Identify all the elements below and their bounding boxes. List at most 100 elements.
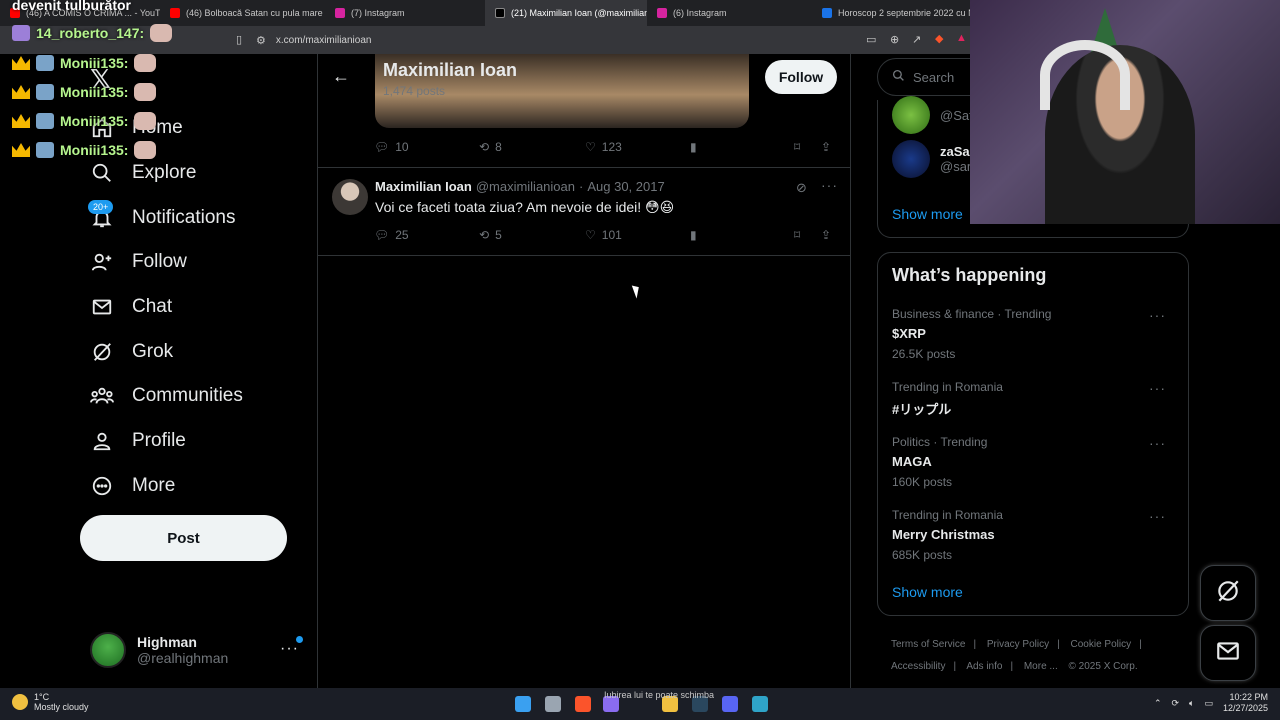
avatar[interactable] xyxy=(332,179,368,215)
sync-icon[interactable]: ⟳ xyxy=(1171,698,1179,709)
bookmark-icon: ⌑ xyxy=(794,228,801,242)
browser-tab[interactable]: Horoscop 2 septembrie 2022 cu Ne xyxy=(812,0,970,26)
network-icon[interactable]: ▭ xyxy=(1204,698,1213,709)
chevron-up-icon[interactable]: ⌃ xyxy=(1154,698,1162,709)
stream-chat-line: Moniii135: xyxy=(12,83,157,101)
rewards-icon[interactable]: ▲ xyxy=(956,32,967,44)
show-more-link[interactable]: Show more xyxy=(892,206,963,222)
who-to-follow-item[interactable]: zaSar @sam xyxy=(892,140,978,178)
url-field[interactable]: ⚙ x.com/maximilianioan xyxy=(256,31,936,49)
bookmark-icon[interactable]: ▯ xyxy=(236,33,242,46)
tweet-date[interactable]: Aug 30, 2017 xyxy=(587,179,664,194)
reply-icon: 💬︎ xyxy=(374,228,390,242)
bookmark-button[interactable]: ⌑ xyxy=(794,140,800,154)
whats-happening: What’s happening Business & finance · Tr… xyxy=(877,252,1189,616)
system-tray: ⌃ ⟳ 🔈︎ ▭ 10:22 PM 12/27/2025 xyxy=(1154,692,1268,714)
volume-icon[interactable]: 🔈︎ xyxy=(1189,698,1194,709)
zoom-icon[interactable]: ⊕ xyxy=(890,33,899,46)
chat-emote-icon xyxy=(134,83,157,101)
nav-profile[interactable]: Profile xyxy=(90,429,186,453)
mouse-cursor-icon xyxy=(631,283,643,299)
footer-link[interactable]: More ... xyxy=(1024,661,1058,672)
footer-link[interactable]: Accessibility xyxy=(891,661,945,672)
tweet-author-name[interactable]: Maximilian Ioan xyxy=(375,179,472,194)
footer-link[interactable]: Ads info xyxy=(966,661,1002,672)
nav-communities[interactable]: Communities xyxy=(90,384,243,408)
discord-icon[interactable] xyxy=(722,696,738,712)
footer-links: Terms of Service | Privacy Policy | Cookie… xyxy=(891,639,1142,672)
post-button[interactable]: Post xyxy=(80,515,287,561)
grok-fab[interactable] xyxy=(1200,565,1256,621)
more-dots-icon[interactable]: ··· xyxy=(1149,508,1166,524)
trend-item[interactable]: Trending in Romania Merry Christmas 685K… xyxy=(892,508,1176,562)
chat-avatar-icon xyxy=(36,84,54,100)
account-name: Highman xyxy=(137,634,197,650)
reply-button[interactable]: 💬︎ 10 xyxy=(374,140,409,154)
share-icon[interactable]: ↗ xyxy=(912,33,921,46)
separator: · xyxy=(579,179,584,194)
follow-button[interactable]: Follow xyxy=(765,60,837,94)
nav-chat[interactable]: Chat xyxy=(90,295,172,319)
browser-tab-active[interactable]: (21) Maximilian Ioan (@maximilian✕ xyxy=(485,0,647,26)
trend-item[interactable]: Trending in Romania #リップル ··· xyxy=(892,380,1176,418)
cast-icon[interactable]: ▭ xyxy=(866,33,876,46)
notification-count-badge: 20+ xyxy=(88,200,114,214)
task-view-icon[interactable] xyxy=(545,696,561,712)
nav-explore[interactable]: Explore xyxy=(90,161,196,185)
more-dots-icon[interactable]: ··· xyxy=(1149,307,1166,323)
footer-link[interactable]: Cookie Policy xyxy=(1071,639,1132,650)
webcam-overlay xyxy=(970,0,1280,224)
more-dots-icon[interactable]: ··· xyxy=(280,640,299,658)
who-to-follow-item[interactable]: @Sata xyxy=(892,96,980,134)
share-button[interactable]: ⇪ xyxy=(821,140,831,154)
tweet-author-handle[interactable]: @maximilianioan xyxy=(476,179,575,194)
globe-app-icon[interactable] xyxy=(752,696,768,712)
nav-follow[interactable]: Follow xyxy=(90,250,187,274)
browser-app-icon[interactable] xyxy=(575,696,591,712)
like-button[interactable]: ♡ 101 xyxy=(585,228,622,242)
chat-emote-icon xyxy=(134,112,157,130)
bookmark-button[interactable]: ⌑ xyxy=(794,228,800,242)
nav-grok[interactable]: Grok xyxy=(90,340,173,364)
more-dots-icon[interactable]: ··· xyxy=(1149,435,1166,451)
analytics-icon: ▮ xyxy=(690,228,697,242)
like-button[interactable]: ♡ 123 xyxy=(585,140,622,154)
show-more-link[interactable]: Show more xyxy=(892,584,963,600)
brave-shield-icon[interactable]: ◆ xyxy=(935,32,943,45)
browser-tab[interactable]: (7) Instagram xyxy=(325,0,485,26)
more-circle-icon xyxy=(90,474,114,498)
messages-fab[interactable] xyxy=(1200,625,1256,681)
windows-start-icon[interactable] xyxy=(515,696,531,712)
trend-item[interactable]: Politics · Trending MAGA 160K posts ··· xyxy=(892,435,1176,489)
account-switcher[interactable]: Highman @realhighman ··· xyxy=(90,630,305,670)
profile-name: Maximilian Ioan xyxy=(383,60,518,80)
headset-image xyxy=(1040,40,1130,110)
browser-tab[interactable]: (6) Instagram xyxy=(647,0,812,26)
trend-item[interactable]: Business & finance · Trending $XRP 26.5K… xyxy=(892,307,1176,361)
footer-link[interactable]: Terms of Service xyxy=(891,639,965,650)
repost-button[interactable]: ⟲ 8 xyxy=(479,140,502,154)
clock[interactable]: 10:22 PM 12/27/2025 xyxy=(1223,692,1268,714)
repost-button[interactable]: ⟲ 5 xyxy=(479,228,502,242)
chat-emote-icon xyxy=(150,24,173,42)
mail-icon xyxy=(1215,638,1241,669)
browser-tab[interactable]: (46) Bolboacă Satan cu pula mare - Y xyxy=(160,0,325,26)
share-button[interactable]: ⇪ xyxy=(821,228,831,242)
mail-icon xyxy=(90,295,114,319)
more-dots-icon[interactable]: ··· xyxy=(1149,380,1166,396)
x-logo-icon xyxy=(495,8,505,18)
crown-icon xyxy=(12,85,30,99)
nav-more[interactable]: More xyxy=(90,474,175,498)
reply-button[interactable]: 💬︎ 25 xyxy=(374,228,409,242)
back-arrow-icon[interactable]: ← xyxy=(332,66,350,87)
views-button[interactable]: ▮ xyxy=(690,228,697,242)
weather-widget[interactable]: 1°C Mostly cloudy xyxy=(12,692,89,712)
site-info-icon[interactable]: ⚙ xyxy=(256,34,266,47)
grok-icon[interactable]: ⊘ xyxy=(796,180,807,196)
tweet[interactable]: Maximilian Ioan @maximilianioan · Aug 30… xyxy=(318,169,850,255)
heart-icon: ♡ xyxy=(585,140,596,154)
more-dots-icon[interactable]: ··· xyxy=(821,177,838,193)
footer-link[interactable]: Privacy Policy xyxy=(987,639,1049,650)
views-button[interactable]: ▮ xyxy=(690,140,697,154)
tweet-header: Maximilian Ioan @maximilianioan · Aug 30… xyxy=(375,179,665,194)
